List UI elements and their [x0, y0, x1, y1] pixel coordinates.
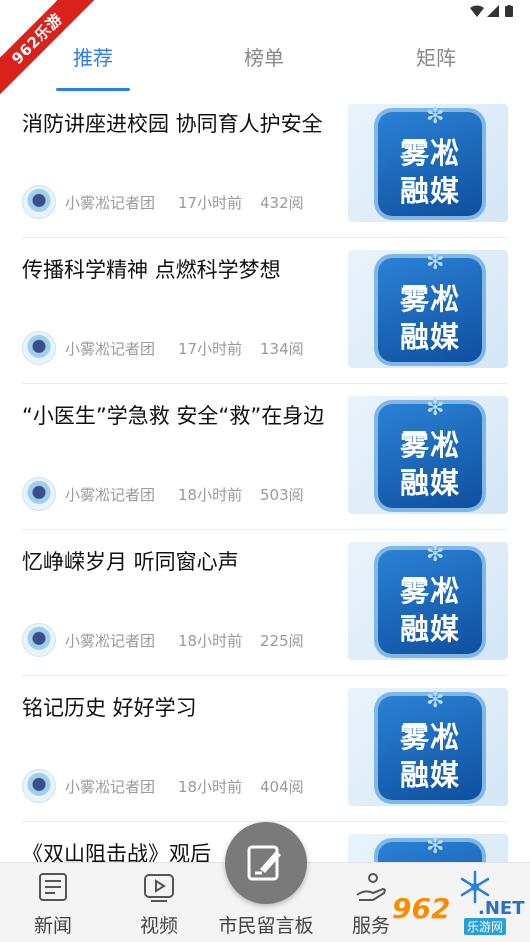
news-time: 17小时前: [178, 340, 243, 358]
news-thumbnail: ✻ 雾凇 融媒: [348, 688, 508, 806]
news-meta: 小雾凇记者团 17小时前 432阅: [22, 185, 342, 219]
wusong-logo: ✻ 雾凇 融媒: [378, 104, 482, 216]
wusong-logo: ✻ 雾凇 融媒: [378, 688, 482, 800]
avatar: [22, 623, 56, 657]
wusong-logo: ✻ 雾凇 融媒: [378, 396, 482, 508]
news-time: 18小时前: [178, 486, 243, 504]
news-author: 小雾凇记者团: [65, 340, 156, 358]
news-views: 404阅: [260, 778, 304, 796]
news-title: 消防讲座进校园 协同育人护安全: [22, 112, 323, 136]
news-item[interactable]: 铭记历史 好好学习 小雾凇记者团 18小时前 404阅 ✻ 雾凇 融媒: [22, 676, 508, 822]
message-board-button[interactable]: [225, 822, 307, 904]
snowflake-icon: ✻: [426, 542, 445, 567]
corner-ribbon: 962乐游: [0, 0, 110, 110]
nav-video[interactable]: 视频: [114, 869, 204, 938]
news-title: “小医生”学急救 安全“救”在身边: [22, 404, 325, 428]
news-thumbnail: ✻ 雾凇 融媒: [348, 250, 508, 368]
news-meta: 小雾凇记者团 17小时前 134阅: [22, 331, 342, 365]
avatar: [22, 185, 56, 219]
news-views: 134阅: [260, 340, 304, 358]
nav-news-label: 新闻: [33, 915, 72, 937]
news-thumbnail: ✻ 雾凇 融媒: [348, 542, 508, 660]
wifi-icon: [470, 5, 484, 17]
site-watermark: 962 .NET 乐游网: [392, 892, 525, 935]
snowflake-icon: ✻: [426, 834, 445, 859]
news-item[interactable]: 传播科学精神 点燃科学梦想 小雾凇记者团 17小时前 134阅 ✻ 雾凇 融媒: [22, 238, 508, 384]
news-author: 小雾凇记者团: [65, 486, 156, 504]
nav-video-label: 视频: [139, 915, 178, 937]
tab-matrix[interactable]: 矩阵: [376, 42, 496, 71]
news-meta: 小雾凇记者团 18小时前 225阅: [22, 623, 342, 657]
edit-icon: [247, 845, 281, 881]
nav-message-board-label[interactable]: 市民留言板: [211, 911, 321, 938]
news-time: 18小时前: [178, 778, 243, 796]
signal-icon: [487, 5, 499, 17]
news-meta: 小雾凇记者团 18小时前 503阅: [22, 477, 342, 511]
nav-news[interactable]: 新闻: [8, 869, 98, 938]
service-icon: [356, 873, 386, 901]
news-item[interactable]: 消防讲座进校园 协同育人护安全 小雾凇记者团 17小时前 432阅 ✻ 雾凇 融…: [22, 92, 508, 238]
snowflake-icon: ✻: [426, 104, 445, 129]
news-item[interactable]: “小医生”学急救 安全“救”在身边 小雾凇记者团 18小时前 503阅 ✻ 雾凇…: [22, 384, 508, 530]
news-icon: [39, 873, 67, 901]
news-author: 小雾凇记者团: [65, 778, 156, 796]
news-time: 17小时前: [178, 194, 243, 212]
snowflake-icon: ✻: [426, 250, 445, 275]
news-views: 503阅: [260, 486, 304, 504]
tab-ranking[interactable]: 榜单: [204, 42, 324, 71]
snowflake-icon: ✻: [426, 396, 445, 421]
news-title: 忆峥嵘岁月 听同窗心声: [22, 550, 239, 574]
wusong-logo: ✻ 雾凇 融媒: [378, 542, 482, 654]
news-meta: 小雾凇记者团 18小时前 404阅: [22, 769, 342, 803]
news-item[interactable]: 忆峥嵘岁月 听同窗心声 小雾凇记者团 18小时前 225阅 ✻ 雾凇 融媒: [22, 530, 508, 676]
news-author: 小雾凇记者团: [65, 194, 156, 212]
news-title: 铭记历史 好好学习: [22, 696, 197, 720]
avatar: [22, 477, 56, 511]
news-thumbnail: ✻ 雾凇 融媒: [348, 104, 508, 222]
news-thumbnail: ✻ 雾凇 融媒: [348, 396, 508, 514]
avatar: [22, 769, 56, 803]
news-title: 传播科学精神 点燃科学梦想: [22, 258, 281, 282]
news-time: 18小时前: [178, 632, 243, 650]
news-author: 小雾凇记者团: [65, 632, 156, 650]
battery-icon: [505, 5, 513, 17]
wusong-logo: ✻ 雾凇 融媒: [378, 250, 482, 362]
snowflake-icon: ✻: [426, 688, 445, 713]
news-feed: 消防讲座进校园 协同育人护安全 小雾凇记者团 17小时前 432阅 ✻ 雾凇 融…: [0, 92, 530, 942]
news-views: 432阅: [260, 194, 304, 212]
status-bar: [410, 0, 530, 24]
video-icon: [144, 874, 174, 902]
avatar: [22, 331, 56, 365]
ribbon-label: 962乐游: [0, 0, 100, 102]
app-screen: 962乐游 推荐 榜单 矩阵 消防讲座进校园 协同育人护安全 小雾凇记者团 17…: [0, 0, 530, 942]
news-views: 225阅: [260, 632, 304, 650]
